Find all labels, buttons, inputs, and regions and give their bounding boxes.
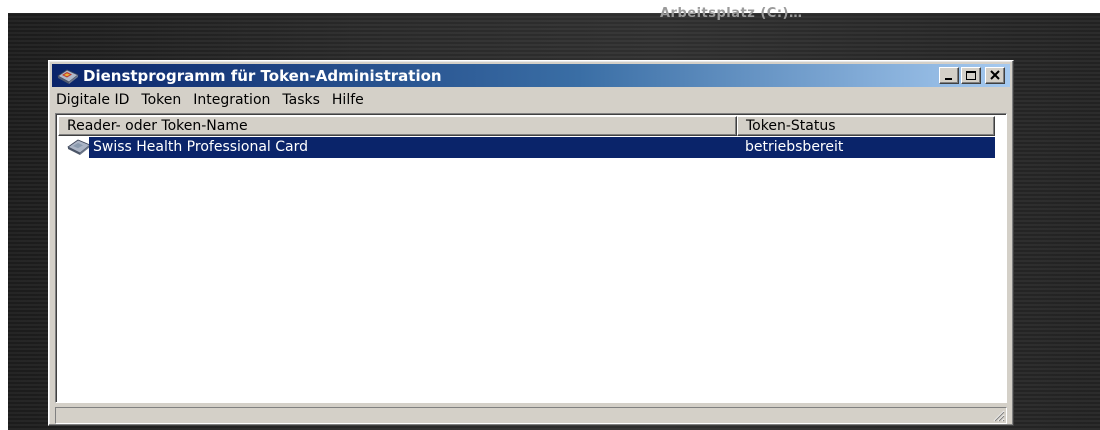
list-item[interactable]: Swiss Health Professional Card betriebsb…: [58, 136, 1004, 158]
token-card-icon: [57, 69, 79, 84]
close-button[interactable]: [985, 67, 1005, 84]
column-header-name[interactable]: Reader- oder Token-Name: [58, 116, 737, 136]
list-body: Swiss Health Professional Card betriebsb…: [58, 136, 1004, 400]
window-title: Dienstprogramm für Token-Administration: [83, 66, 442, 85]
menu-integration[interactable]: Integration: [187, 92, 276, 108]
maximize-icon: [966, 71, 976, 80]
resize-grip-icon[interactable]: [992, 409, 1005, 422]
maximize-button[interactable]: [961, 67, 981, 84]
close-icon: [990, 70, 1000, 80]
token-status-cell: betriebsbereit: [737, 137, 995, 158]
token-card-icon: [67, 139, 91, 155]
token-admin-window: Dienstprogramm für Token-Administration …: [48, 60, 1014, 426]
title-bar[interactable]: Dienstprogramm für Token-Administration: [52, 64, 1010, 87]
desktop-background: Arbeitsplatz (C:)… Dienstprogramm für To…: [8, 6, 1100, 430]
menu-digitale-id[interactable]: Digitale ID: [52, 92, 135, 108]
token-list[interactable]: Reader- oder Token-Name Token-Status Swi…: [55, 113, 1007, 403]
token-name-cell: Swiss Health Professional Card: [89, 137, 739, 158]
minimize-button[interactable]: [939, 67, 959, 84]
menu-token[interactable]: Token: [135, 92, 187, 108]
background-window-title: Arbeitsplatz (C:)…: [660, 6, 803, 21]
menu-bar: Digitale ID Token Integration Tasks Hilf…: [52, 89, 1010, 111]
minimize-icon: [945, 78, 952, 80]
list-header: Reader- oder Token-Name Token-Status: [58, 116, 1004, 136]
menu-tasks[interactable]: Tasks: [276, 92, 326, 108]
column-header-status[interactable]: Token-Status: [737, 116, 995, 136]
status-bar: [55, 407, 1007, 424]
menu-hilfe[interactable]: Hilfe: [326, 92, 370, 108]
